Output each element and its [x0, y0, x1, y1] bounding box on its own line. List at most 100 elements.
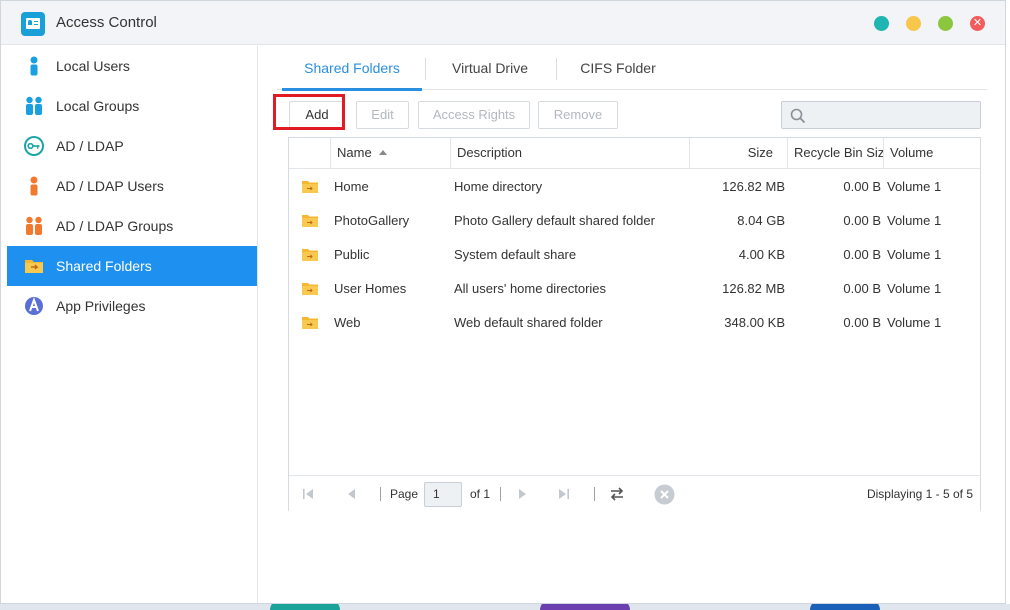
column-header-size[interactable]: Size [693, 138, 773, 168]
maximize-button[interactable] [938, 16, 953, 31]
cell-description: Photo Gallery default shared folder [454, 213, 655, 228]
sidebar-item-label: AD / LDAP Users [56, 178, 164, 194]
column-divider [787, 138, 788, 168]
cell-size: 4.00 KB [738, 247, 785, 262]
cell-volume: Volume 1 [887, 315, 942, 330]
cell-volume: Volume 1 [887, 281, 942, 296]
sidebar-item-label: Local Users [56, 58, 130, 74]
cell-recycle-bin-size: 0.00 B [843, 281, 881, 296]
cell-recycle-bin-size: 0.00 B [843, 247, 881, 262]
column-header-label: Name [337, 145, 372, 160]
first-page-icon[interactable] [301, 487, 315, 501]
pager-divider [500, 487, 501, 501]
minimize-button[interactable] [874, 16, 889, 31]
sidebar-item-local-groups[interactable]: Local Groups [7, 86, 257, 126]
access-control-app-icon [21, 12, 45, 36]
tab-label: Virtual Drive [452, 60, 528, 76]
column-header-name[interactable]: Name [337, 138, 449, 168]
sidebar-item-label: App Privileges [56, 298, 146, 314]
tab-bar: Shared Folders Virtual Drive CIFS Folder [277, 46, 987, 91]
cell-name: Web [334, 315, 361, 330]
cell-recycle-bin-size: 0.00 B [843, 179, 881, 194]
table-header: Name Description Size Recycle Bin Size V… [289, 138, 980, 169]
pager-divider [380, 487, 381, 501]
tab-label: CIFS Folder [580, 60, 656, 76]
shared-folder-icon [302, 317, 318, 329]
sidebar-item-ad-ldap-users[interactable]: AD / LDAP Users [7, 166, 257, 206]
table-row[interactable]: Web Web default shared folder 348.00 KB … [289, 306, 980, 340]
window-title: Access Control [56, 14, 157, 31]
refresh-icon[interactable] [609, 487, 625, 501]
next-page-icon[interactable] [515, 487, 529, 501]
title-bar: Access Control ✕ [1, 1, 1005, 45]
shared-folder-icon [23, 255, 45, 277]
restore-button[interactable] [906, 16, 921, 31]
cell-description: Home directory [454, 179, 543, 194]
sidebar-item-shared-folders[interactable]: Shared Folders [7, 246, 257, 286]
table-row[interactable]: Public System default share 4.00 KB 0.00… [289, 238, 980, 272]
sort-ascending-icon [378, 150, 387, 155]
sidebar-item-label: AD / LDAP Groups [56, 218, 174, 234]
app-icon [23, 295, 45, 317]
cell-description: System default share [454, 247, 577, 262]
sidebar-item-label: Local Groups [56, 98, 140, 114]
clear-filter-icon[interactable] [654, 484, 675, 505]
cell-size: 8.04 GB [737, 213, 785, 228]
search-icon [790, 108, 806, 124]
add-button[interactable]: Add [289, 101, 345, 129]
access-control-window: Access Control ✕ Local Users Local Group… [0, 0, 1006, 604]
sidebar: Local Users Local Groups AD / LDAP AD / … [1, 46, 258, 603]
cell-size: 126.82 MB [722, 179, 785, 194]
pager-divider [594, 487, 595, 501]
column-header-recycle-bin-size[interactable]: Recycle Bin Size [794, 138, 884, 168]
person-icon [23, 175, 45, 197]
sidebar-item-ad-ldap[interactable]: AD / LDAP [7, 126, 257, 166]
people-icon [23, 95, 45, 117]
cell-recycle-bin-size: 0.00 B [843, 213, 881, 228]
column-header-description[interactable]: Description [457, 138, 687, 168]
cell-name: PhotoGallery [334, 213, 410, 228]
last-page-icon[interactable] [557, 487, 571, 501]
page-label: Page [390, 487, 419, 501]
tab-cifs-folder[interactable]: CIFS Folder [561, 46, 675, 90]
shared-folder-icon [302, 215, 318, 227]
pagination-bar: Page 1 of 1 Displaying 1 - 5 of 5 [289, 475, 980, 511]
tab-shared-folders[interactable]: Shared Folders [282, 46, 422, 91]
table-row[interactable]: Home Home directory 126.82 MB 0.00 B Vol… [289, 170, 980, 204]
sidebar-item-label: AD / LDAP [56, 138, 124, 154]
page-total-label: of 1 [470, 487, 491, 501]
tab-label: Shared Folders [304, 60, 400, 76]
cell-recycle-bin-size: 0.00 B [843, 315, 881, 330]
table-row[interactable]: User Homes All users' home directories 1… [289, 272, 980, 306]
previous-page-icon[interactable] [345, 487, 359, 501]
page-number-input[interactable]: 1 [424, 482, 462, 507]
tab-virtual-drive[interactable]: Virtual Drive [430, 46, 550, 90]
cell-name: Home [334, 179, 369, 194]
cell-volume: Volume 1 [887, 247, 942, 262]
sidebar-item-app-privileges[interactable]: App Privileges [7, 286, 257, 326]
close-button[interactable]: ✕ [970, 16, 985, 31]
key-icon [23, 135, 45, 157]
column-divider [450, 138, 451, 168]
table-row[interactable]: PhotoGallery Photo Gallery default share… [289, 204, 980, 238]
shared-folder-icon [302, 249, 318, 261]
people-icon [23, 215, 45, 237]
cell-description: All users' home directories [454, 281, 607, 296]
edit-button[interactable]: Edit [356, 101, 409, 129]
column-header-volume[interactable]: Volume [890, 138, 980, 168]
column-divider [883, 138, 884, 168]
remove-button[interactable]: Remove [538, 101, 618, 129]
sidebar-item-local-users[interactable]: Local Users [7, 46, 257, 86]
access-rights-button[interactable]: Access Rights [418, 101, 530, 129]
shared-folder-icon [302, 283, 318, 295]
tab-divider [425, 58, 426, 80]
search-box [781, 101, 981, 129]
sidebar-item-ad-ldap-groups[interactable]: AD / LDAP Groups [7, 206, 257, 246]
display-count-text: Displaying 1 - 5 of 5 [866, 487, 973, 501]
cell-size: 126.82 MB [722, 281, 785, 296]
column-divider [330, 138, 331, 168]
search-input[interactable] [812, 104, 976, 126]
cell-description: Web default shared folder [454, 315, 603, 330]
cell-size: 348.00 KB [724, 315, 785, 330]
tab-divider [556, 58, 557, 80]
